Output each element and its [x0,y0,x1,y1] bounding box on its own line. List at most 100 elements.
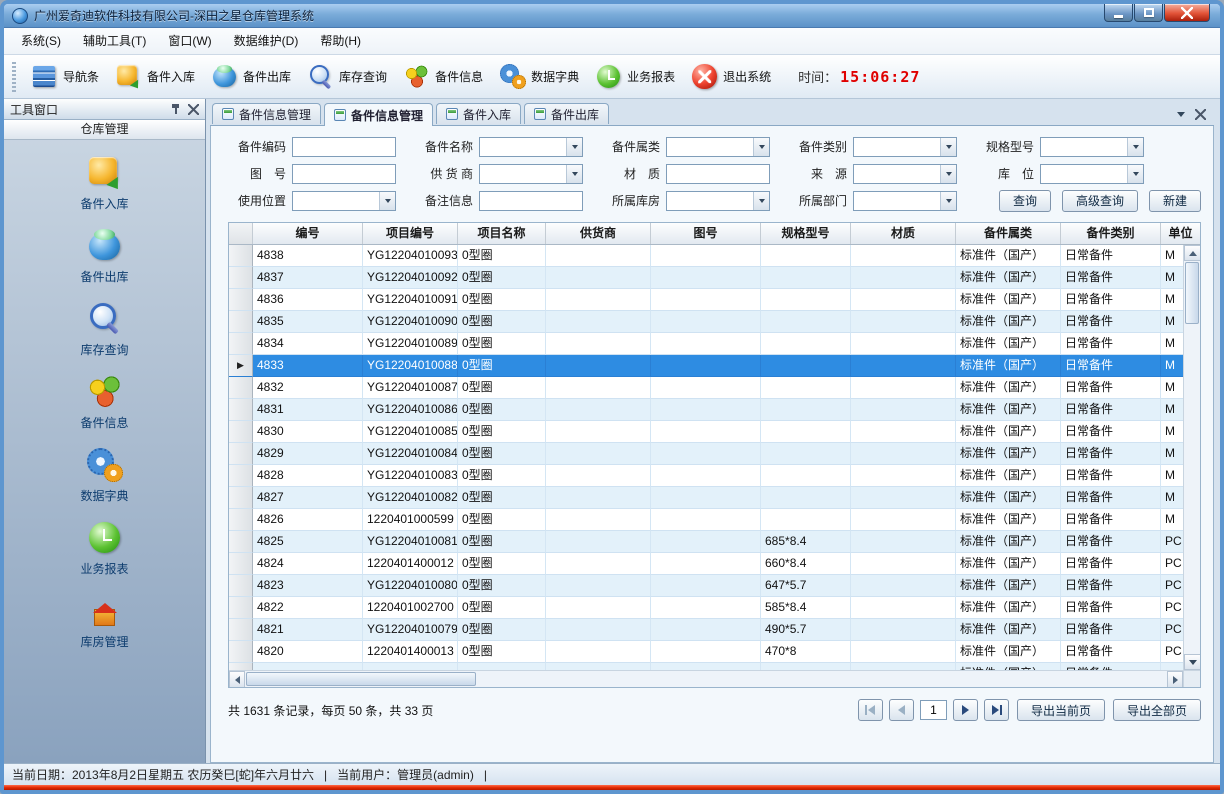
toolbar-button-data-dict-gear[interactable]: 数据字典 [499,63,579,90]
row-header[interactable] [229,267,253,289]
tab-4[interactable]: 备件出库 [524,103,609,124]
table-row[interactable]: 4838YG122040100930型圈标准件（国产）日常备件M [229,245,1200,267]
search-select-2-2[interactable] [666,191,770,211]
table-row[interactable]: 4836YG122040100910型圈标准件（国产）日常备件M [229,289,1200,311]
minimize-button[interactable] [1104,4,1133,22]
tab-2[interactable]: 备件信息管理 [324,103,433,126]
vertical-scroll-thumb[interactable] [1185,262,1199,324]
table-row[interactable]: 4821YG122040100790型圈490*5.7标准件（国产）日常备件PC [229,619,1200,641]
row-header[interactable] [229,421,253,443]
close-button[interactable] [1164,4,1210,22]
menu-item[interactable]: 帮助(H) [309,29,372,54]
scroll-down-button[interactable] [1184,654,1201,670]
prev-page-button[interactable] [889,699,914,721]
table-row[interactable]: 4830YG122040100850型圈标准件（国产）日常备件M [229,421,1200,443]
table-row[interactable]: 4827YG122040100820型圈标准件（国产）日常备件M [229,487,1200,509]
search-select-0-2[interactable] [666,137,770,157]
sidebar-item-inbox-gold[interactable]: 备件入库 [4,154,205,212]
search-select-1-3[interactable] [853,164,957,184]
search-input-0-0[interactable] [292,137,396,157]
search-select-2-3[interactable] [853,191,957,211]
toolbar-button-inbox-gold[interactable]: 备件入库 [115,63,195,90]
table-row[interactable]: 4823YG122040100800型圈647*5.7标准件（国产）日常备件PC [229,575,1200,597]
row-header[interactable] [229,245,253,267]
menu-item[interactable]: 辅助工具(T) [72,29,157,54]
row-header[interactable] [229,641,253,663]
row-header[interactable] [229,531,253,553]
horizontal-scroll-thumb[interactable] [246,672,476,686]
menu-item[interactable]: 窗口(W) [157,29,222,54]
dropdown-button[interactable] [566,165,582,183]
maximize-button[interactable] [1134,4,1163,22]
export-current-page-button[interactable]: 导出当前页 [1017,699,1105,721]
table-row[interactable]: 482212204010027000型圈585*8.4标准件（国产）日常备件PC [229,597,1200,619]
first-page-button[interactable] [858,699,883,721]
row-header[interactable] [229,553,253,575]
menu-item[interactable]: 系统(S) [10,29,72,54]
tab-1[interactable]: 备件信息管理 [212,103,321,124]
search-input-1-2[interactable] [666,164,770,184]
tab-list-chevron-down-icon[interactable] [1177,112,1185,117]
column-header[interactable]: 单位 [1161,223,1201,244]
sidebar-close-icon[interactable] [188,104,199,115]
row-header[interactable] [229,487,253,509]
row-header[interactable] [229,399,253,421]
dropdown-button[interactable] [379,192,395,210]
row-header[interactable] [229,443,253,465]
row-header[interactable]: ▶ [229,355,253,377]
sidebar-item-search-stock[interactable]: 库存查询 [4,300,205,358]
dropdown-button[interactable] [1127,165,1143,183]
page-number-input[interactable] [920,700,947,720]
row-header[interactable] [229,575,253,597]
table-row[interactable]: 4829YG122040100840型圈标准件（国产）日常备件M [229,443,1200,465]
dropdown-button[interactable] [753,192,769,210]
grid-corner-cell[interactable] [229,223,253,244]
dropdown-button[interactable] [940,138,956,156]
new-button[interactable]: 新建 [1149,190,1201,212]
pin-icon[interactable] [170,103,181,116]
row-header[interactable] [229,377,253,399]
advanced-query-button[interactable]: 高级查询 [1062,190,1138,212]
vertical-scroll-track[interactable] [1184,261,1200,654]
last-page-button[interactable] [984,699,1009,721]
row-header[interactable] [229,311,253,333]
row-header[interactable] [229,289,253,311]
column-header[interactable]: 备件属类 [956,223,1061,244]
table-row[interactable]: 标准件（国产）日常备件 [229,663,1200,670]
table-row[interactable]: 4837YG122040100920型圈标准件（国产）日常备件M [229,267,1200,289]
dropdown-button[interactable] [566,138,582,156]
search-select-0-4[interactable] [1040,137,1144,157]
sidebar-item-data-dict-gear[interactable]: 数据字典 [4,446,205,504]
column-header[interactable]: 规格型号 [761,223,851,244]
column-header[interactable]: 材质 [851,223,956,244]
table-row[interactable]: 4828YG122040100830型圈标准件（国产）日常备件M [229,465,1200,487]
scroll-up-button[interactable] [1184,245,1201,261]
search-select-0-1[interactable] [479,137,583,157]
vertical-scrollbar[interactable] [1183,245,1200,670]
sidebar-item-report-clock[interactable]: 业务报表 [4,519,205,577]
toolbar-button-search-stock[interactable]: 库存查询 [307,63,387,90]
column-header[interactable]: 图号 [651,223,761,244]
table-row[interactable]: 482412204014000120型圈660*8.4标准件（国产）日常备件PC [229,553,1200,575]
table-row[interactable]: 482012204014000130型圈470*8标准件（国产）日常备件PC [229,641,1200,663]
table-row[interactable]: 4835YG122040100900型圈标准件（国产）日常备件M [229,311,1200,333]
sidebar-item-parts-info[interactable]: 备件信息 [4,373,205,431]
row-header[interactable] [229,465,253,487]
row-header[interactable] [229,333,253,355]
dropdown-button[interactable] [940,165,956,183]
menu-item[interactable]: 数据维护(D) [223,29,310,54]
column-header[interactable]: 项目编号 [363,223,458,244]
column-header[interactable]: 备件类别 [1061,223,1161,244]
search-input-2-1[interactable] [479,191,583,211]
toolbar-button-parts-info[interactable]: 备件信息 [403,63,483,90]
table-row[interactable]: 4834YG122040100890型圈标准件（国产）日常备件M [229,333,1200,355]
horizontal-scrollbar[interactable] [229,670,1183,687]
row-header[interactable] [229,619,253,641]
column-header[interactable]: 项目名称 [458,223,546,244]
dropdown-button[interactable] [753,138,769,156]
toolbar-button-exit-red[interactable]: 退出系统 [691,63,771,90]
search-select-0-3[interactable] [853,137,957,157]
dropdown-button[interactable] [1127,138,1143,156]
sidebar-item-warehouse-home[interactable]: 库房管理 [4,592,205,650]
row-header[interactable] [229,597,253,619]
